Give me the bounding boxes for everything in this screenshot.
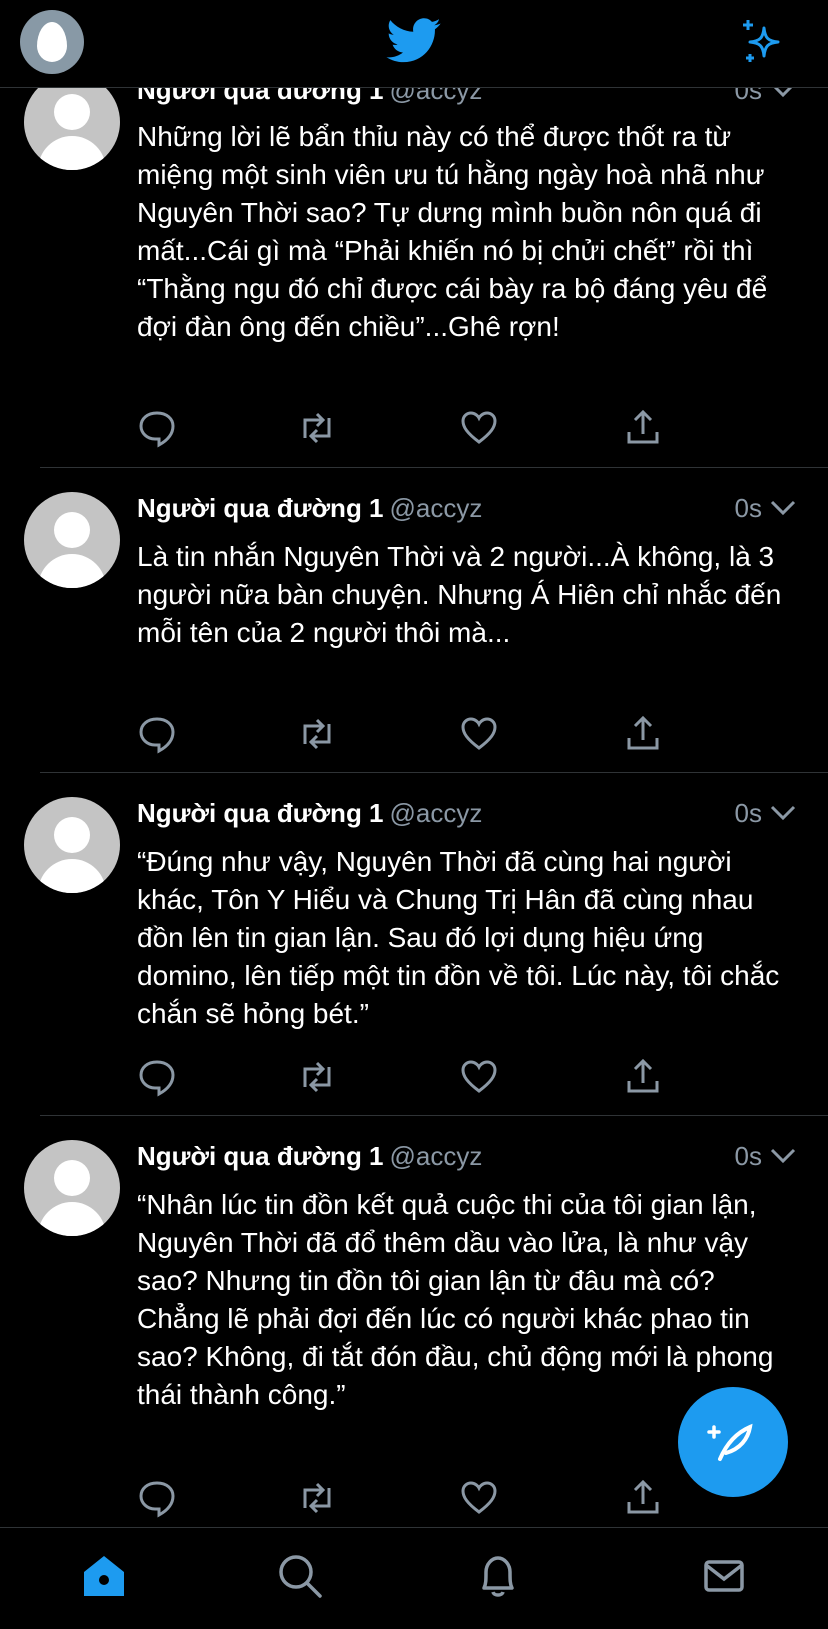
author-handle: @accyz: [389, 1141, 483, 1171]
tweet-text: Là tin nhắn Nguyên Thời và 2 người...À k…: [137, 541, 782, 648]
avatar[interactable]: [24, 492, 120, 588]
reply-icon[interactable]: [137, 714, 177, 754]
timestamp: 0s: [734, 1141, 762, 1171]
tweet-text: “Nhân lúc tin đồn kết quả cuộc thi của t…: [137, 1189, 774, 1410]
tweet[interactable]: Người qua đường 1 @accyz 0s “Đúng như vậy…: [0, 773, 828, 1116]
retweet-icon[interactable]: [297, 408, 337, 448]
chevron-down-icon[interactable]: [770, 1147, 796, 1165]
bottom-navigation: [0, 1527, 828, 1629]
tweet[interactable]: Người qua đường 1 @accyz 0s Những lời lẽ …: [0, 60, 828, 468]
compose-feather-icon: [707, 1423, 753, 1461]
reply-icon[interactable]: [137, 1478, 177, 1518]
avatar[interactable]: [24, 797, 120, 893]
notifications-icon[interactable]: [474, 1552, 522, 1600]
profile-avatar-button[interactable]: [20, 10, 84, 74]
default-egg-avatar: [37, 22, 67, 62]
compose-tweet-button[interactable]: [678, 1387, 788, 1497]
tweet-actions: [137, 1478, 697, 1518]
timestamp: 0s: [734, 493, 762, 523]
share-icon[interactable]: [623, 408, 663, 448]
sparkle-icon[interactable]: [738, 18, 786, 66]
avatar[interactable]: [24, 74, 120, 170]
top-bar: [0, 0, 828, 88]
timestamp: 0s: [734, 798, 762, 828]
tweet-author: Người qua đường 1 @accyz: [137, 797, 482, 829]
tweet-time: 0s: [735, 1140, 796, 1172]
chevron-down-icon[interactable]: [770, 499, 796, 517]
tweet-author: Người qua đường 1 @accyz: [137, 492, 482, 524]
author-handle: @accyz: [389, 493, 483, 523]
like-icon[interactable]: [459, 408, 499, 448]
tweet[interactable]: Người qua đường 1 @accyz 0s Là tin nhắn N…: [0, 468, 828, 773]
messages-icon[interactable]: [700, 1552, 748, 1600]
tweet-actions: [137, 714, 697, 754]
author-name[interactable]: Người qua đường 1: [137, 493, 384, 523]
retweet-icon[interactable]: [297, 1478, 337, 1518]
tweet-time: 0s: [735, 797, 796, 829]
twitter-bird-icon[interactable]: [386, 18, 442, 64]
share-icon[interactable]: [623, 1478, 663, 1518]
share-icon[interactable]: [623, 714, 663, 754]
home-icon[interactable]: [80, 1552, 128, 1600]
avatar[interactable]: [24, 1140, 120, 1236]
like-icon[interactable]: [459, 714, 499, 754]
retweet-icon[interactable]: [297, 714, 337, 754]
author-name[interactable]: Người qua đường 1: [137, 1141, 384, 1171]
tweet-text: Những lời lẽ bẩn thỉu này có thể được th…: [137, 121, 768, 342]
tweet-author: Người qua đường 1 @accyz: [137, 1140, 482, 1172]
like-icon[interactable]: [459, 1478, 499, 1518]
author-handle: @accyz: [389, 798, 483, 828]
share-icon[interactable]: [623, 1057, 663, 1097]
tweet-actions: [137, 1057, 697, 1097]
author-name[interactable]: Người qua đường 1: [137, 798, 384, 828]
tweet-text: “Đúng như vậy, Nguyên Thời đã cùng hai n…: [137, 846, 780, 1029]
tweet-actions: [137, 408, 697, 448]
like-icon[interactable]: [459, 1057, 499, 1097]
retweet-icon[interactable]: [297, 1057, 337, 1097]
chevron-down-icon[interactable]: [770, 804, 796, 822]
search-icon[interactable]: [276, 1552, 324, 1600]
reply-icon[interactable]: [137, 1057, 177, 1097]
reply-icon[interactable]: [137, 408, 177, 448]
tweet-time: 0s: [735, 492, 796, 524]
